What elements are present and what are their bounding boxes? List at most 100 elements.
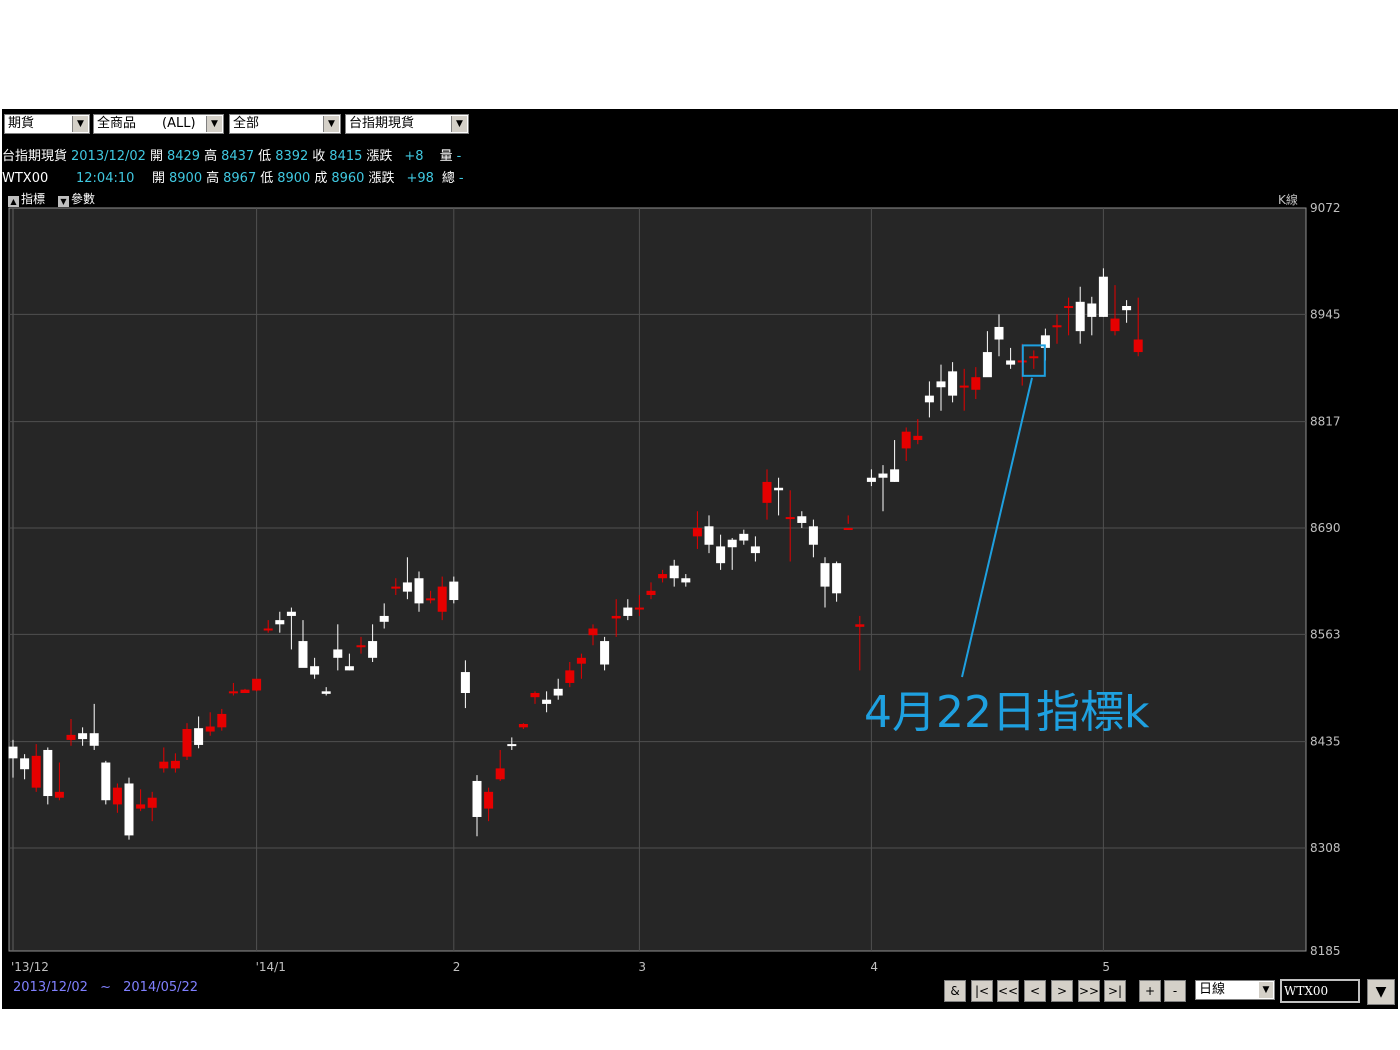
nav-button-5[interactable]: >> bbox=[1078, 980, 1100, 1002]
candle-body bbox=[611, 615, 621, 619]
y-tick-label: 9072 bbox=[1310, 201, 1341, 215]
range-separator: ~ bbox=[100, 980, 111, 995]
candle-body bbox=[716, 546, 726, 564]
nav-button-0[interactable]: & bbox=[944, 980, 966, 1002]
candle-body bbox=[1052, 325, 1062, 328]
candle-body bbox=[66, 734, 76, 740]
candle-body bbox=[112, 787, 122, 805]
dropdown-arrow-button[interactable]: ▼ bbox=[1367, 979, 1395, 1005]
candle-body bbox=[414, 578, 424, 604]
candle-body bbox=[1064, 306, 1074, 309]
candle-body bbox=[43, 749, 53, 797]
nav-button-1[interactable]: |< bbox=[971, 980, 993, 1002]
candle-body bbox=[1110, 318, 1120, 332]
nav-button-8[interactable]: - bbox=[1164, 980, 1186, 1002]
candle-body bbox=[124, 783, 134, 836]
candle-body bbox=[971, 377, 981, 390]
candle-body bbox=[182, 729, 192, 757]
y-tick-label: 8945 bbox=[1310, 307, 1341, 321]
candle-body bbox=[565, 670, 575, 683]
candle-body bbox=[901, 431, 911, 449]
period-select[interactable]: 日線 ▼ bbox=[1195, 980, 1275, 1000]
candle-body bbox=[797, 516, 807, 523]
y-tick-label: 8690 bbox=[1310, 521, 1341, 535]
range-start: 2013/12/02 bbox=[13, 980, 88, 995]
nav-button-4[interactable]: > bbox=[1051, 980, 1073, 1002]
candle-body bbox=[634, 607, 644, 610]
date-range: 2013/12/02 ~ 2014/05/22 bbox=[13, 980, 198, 995]
nav-button-3[interactable]: < bbox=[1024, 980, 1046, 1002]
candle-body bbox=[194, 728, 204, 745]
candle-body bbox=[866, 477, 876, 482]
candle-body bbox=[449, 581, 459, 601]
candle-body bbox=[820, 563, 830, 587]
candle-body bbox=[542, 699, 552, 704]
candle-body bbox=[994, 326, 1004, 340]
candle-body bbox=[507, 744, 517, 747]
candlestick-chart[interactable]: 9072 8945 8817 8690 8563 8435 8308 8185 '13/12 '1… bbox=[2, 109, 1398, 979]
candle-body bbox=[750, 546, 760, 554]
candle-body bbox=[843, 527, 853, 530]
candle-body bbox=[460, 672, 470, 694]
candle-body bbox=[20, 758, 30, 770]
chevron-down-icon: ▼ bbox=[1375, 984, 1387, 1000]
y-tick-label: 8563 bbox=[1310, 627, 1341, 641]
candle-body bbox=[344, 666, 354, 671]
candle-body bbox=[1006, 360, 1016, 365]
candle-body bbox=[263, 628, 273, 631]
candle-body bbox=[1087, 303, 1097, 317]
candle-body bbox=[855, 624, 865, 627]
candle-body bbox=[646, 590, 656, 595]
candle-body bbox=[78, 733, 88, 740]
nav-button-2[interactable]: << bbox=[997, 980, 1019, 1002]
candle-body bbox=[402, 582, 412, 592]
x-tick-label: 3 bbox=[638, 960, 646, 974]
nav-button-7[interactable]: + bbox=[1139, 980, 1161, 1002]
candle-body bbox=[1029, 356, 1039, 359]
candle-body bbox=[54, 791, 64, 798]
candle-body bbox=[101, 762, 111, 801]
candle-body bbox=[658, 574, 668, 579]
candle-body bbox=[321, 691, 331, 694]
candle-body bbox=[391, 586, 401, 589]
chevron-down-icon[interactable]: ▼ bbox=[1259, 982, 1273, 998]
candle-body bbox=[553, 688, 563, 696]
x-tick-label: '14/1 bbox=[256, 960, 286, 974]
candle-body bbox=[484, 791, 494, 809]
candle-body bbox=[136, 804, 146, 809]
candle-body bbox=[623, 607, 633, 616]
candle-body bbox=[275, 620, 285, 625]
kline-label: K線 bbox=[1278, 192, 1298, 207]
candle-body bbox=[878, 473, 888, 478]
trading-app-window: 期貨 ▼ 全商品 (ALL) ▼ 全部 ▼ 台指期現貨 ▼ 台指期現貨 2013/… bbox=[2, 109, 1398, 1009]
candle-body bbox=[576, 657, 586, 664]
candle-body bbox=[379, 615, 389, 622]
symbol-input-value: WTX00 bbox=[1284, 984, 1329, 998]
candle-body bbox=[588, 628, 598, 636]
y-tick-label: 8185 bbox=[1310, 944, 1341, 958]
candle-body bbox=[437, 586, 447, 612]
candle-body bbox=[982, 352, 992, 378]
nav-button-6[interactable]: >| bbox=[1104, 980, 1126, 1002]
y-tick-label: 8435 bbox=[1310, 735, 1341, 749]
x-tick-label: 5 bbox=[1102, 960, 1110, 974]
candle-body bbox=[1098, 276, 1108, 317]
x-tick-label: 4 bbox=[870, 960, 878, 974]
candle-body bbox=[298, 641, 308, 668]
candle-body bbox=[1122, 306, 1132, 311]
candle-body bbox=[785, 517, 795, 520]
x-tick-label: 2 bbox=[453, 960, 461, 974]
candle-body bbox=[959, 385, 969, 388]
annotation-text: 4月22日指標k bbox=[864, 687, 1150, 738]
candle-body bbox=[1133, 339, 1143, 353]
candle-body bbox=[808, 526, 818, 545]
candle-body bbox=[832, 563, 842, 594]
candle-body bbox=[205, 726, 215, 732]
range-end: 2014/05/22 bbox=[123, 980, 199, 995]
symbol-input[interactable]: WTX00 bbox=[1280, 979, 1360, 1003]
candle-body bbox=[147, 797, 157, 808]
candle-body bbox=[356, 645, 366, 648]
candle-body bbox=[426, 598, 436, 601]
candle-body bbox=[1075, 301, 1085, 332]
candle-body bbox=[739, 533, 749, 541]
